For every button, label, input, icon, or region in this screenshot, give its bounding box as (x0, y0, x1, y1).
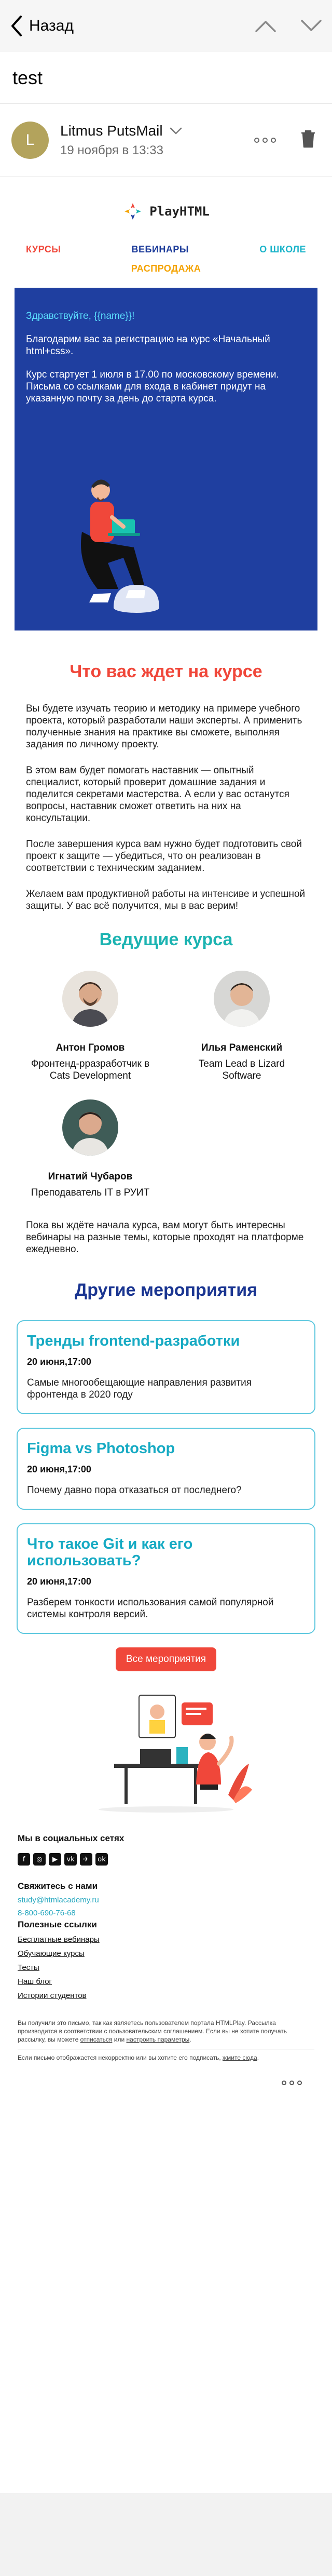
teacher-role: Team Lead в Lizard Software (198, 1058, 285, 1081)
event-date: 20 июня,17:00 (27, 1357, 91, 1367)
sender-name: Litmus PutsMail (60, 122, 163, 139)
event-title[interactable]: Что такое Git и как его использовать? (27, 1536, 305, 1569)
teacher-name: Антон Громов (56, 1042, 125, 1053)
chevron-left-icon (11, 16, 22, 36)
more-options-icon[interactable] (254, 137, 276, 143)
event-title[interactable]: Figma vs Photoshop (27, 1440, 305, 1457)
expect-text: Вы будете изучать теорию и методику на п… (15, 703, 317, 912)
student-with-laptop-illustration (81, 479, 159, 613)
expect-paragraph-4: Желаем вам продуктивной работы на интенс… (26, 889, 306, 911)
instagram-icon[interactable]: ◎ (33, 1853, 46, 1866)
back-button[interactable]: Назад (9, 15, 74, 37)
logo-text: PlayHTML (149, 204, 210, 219)
link-courses[interactable]: Обучающие курсы (18, 1949, 314, 1958)
trash-icon[interactable] (300, 129, 316, 151)
email-nav-menu: КУРСЫ ВЕБИНАРЫ О ШКОЛЕ (15, 244, 317, 255)
teacher-photo (62, 1099, 118, 1156)
hero-banner: Здравствуйте, {{name}}! Благодарим вас з… (15, 288, 317, 630)
event-description: Почему давно пора отказаться от последне… (27, 1485, 242, 1496)
event-description: Разберем тонкости использования самой по… (27, 1597, 274, 1620)
links-title: Полезные ссылки (18, 1920, 97, 1929)
teacher-photo (62, 971, 118, 1027)
menu-item-courses[interactable]: КУРСЫ (26, 244, 61, 255)
facebook-icon[interactable]: f (18, 1853, 30, 1866)
contact-title: Свяжитесь с нами (18, 1881, 98, 1891)
back-label: Назад (29, 17, 74, 34)
webinars-intro: Пока вы ждёте начала курса, вам могут бы… (15, 1219, 317, 1255)
unsubscribe-link[interactable]: отписаться (80, 2036, 113, 2043)
legal-text-2: Если письмо отображается некорректно или… (18, 2054, 221, 2061)
teacher-card: Антон Громов Фронтенд-рразработчик в Cat… (15, 971, 166, 1082)
event-card[interactable]: Figma vs Photoshop 20 июня,17:00 Почему … (17, 1428, 315, 1510)
chevron-down-icon[interactable] (300, 19, 323, 33)
contact-phone[interactable]: 8-800-690-76-68 (18, 1909, 314, 1917)
settings-link[interactable]: настроить параметры (127, 2036, 190, 2043)
chevron-up-icon[interactable] (254, 19, 277, 33)
brand-logo[interactable]: PlayHTML (15, 183, 317, 240)
useful-links: Бесплатные вебинары Обучающие курсы Тест… (18, 1935, 314, 2000)
teacher-name: Илья Раменский (201, 1042, 283, 1053)
event-date: 20 июня,17:00 (27, 1576, 91, 1587)
expect-paragraph-2: В этом вам будет помогать наставник — оп… (26, 765, 289, 824)
web-version-link[interactable]: жмите сюда (223, 2054, 257, 2061)
mail-toolbar: Назад (0, 0, 332, 52)
odnoklassniki-icon[interactable]: ok (95, 1853, 108, 1866)
message-subject: test (0, 52, 332, 104)
link-free-webinars[interactable]: Бесплатные вебинары (18, 1935, 314, 1944)
email-body: PlayHTML КУРСЫ ВЕБИНАРЫ О ШКОЛЕ РАСПРОДА… (15, 183, 317, 2085)
contact-email[interactable]: study@htmlacademy.ru (18, 1896, 314, 1904)
expect-paragraph-1: Вы будете изучать теорию и методику на п… (26, 703, 302, 750)
teacher-photo (214, 971, 270, 1027)
all-events-button[interactable]: Все мероприятия (115, 1647, 217, 1671)
event-title[interactable]: Тренды frontend-разработки (27, 1333, 305, 1349)
teacher-role: Преподаватель IT в РУИТ (31, 1187, 150, 1198)
teachers-grid: Антон Громов Фронтенд-рразработчик в Cat… (15, 971, 317, 1216)
online-lesson-illustration (15, 1691, 317, 1816)
chevron-down-icon (170, 127, 182, 134)
greeting: Здравствуйте, {{name}}! (26, 311, 135, 321)
social-title: Мы в социальных сетях (18, 1833, 125, 1843)
teacher-name: Игнатий Чубаров (48, 1171, 133, 1182)
link-tests[interactable]: Тесты (18, 1963, 314, 1972)
legal-or: или (114, 2036, 125, 2043)
social-links: f ◎ ▶ vk ✈ ok (18, 1853, 314, 1866)
teacher-card: Илья Раменский Team Lead в Lizard Softwa… (166, 971, 317, 1082)
avatar[interactable]: L (11, 121, 49, 159)
sender-name-row[interactable]: Litmus PutsMail (60, 123, 183, 139)
link-student-stories[interactable]: Истории студентов (18, 1991, 314, 2000)
playhtml-logo-icon (125, 203, 142, 220)
teacher-card: Игнатий Чубаров Преподаватель IT в РУИТ (15, 1099, 166, 1199)
menu-item-webinars[interactable]: ВЕБИНАРЫ (132, 244, 189, 255)
email-footer: Мы в социальных сетях f ◎ ▶ vk ✈ ok Свяж… (15, 1833, 317, 2062)
bottom-spacer (0, 2493, 332, 2576)
event-date: 20 июня,17:00 (27, 1464, 91, 1474)
telegram-icon[interactable]: ✈ (80, 1853, 92, 1866)
section-title-events: Другие мероприятия (75, 1280, 257, 1300)
more-options-icon[interactable] (15, 2081, 302, 2085)
event-card[interactable]: Что такое Git и как его использовать? 20… (17, 1523, 315, 1634)
hero-paragraph-1: Благодарим вас за регистрацию на курс «Н… (26, 334, 270, 357)
section-title-teachers: Ведущие курса (99, 930, 233, 949)
sender-header: L Litmus PutsMail 19 ноября в 13:33 (0, 104, 332, 177)
webinars-intro-text: Пока вы ждёте начала курса, вам могут бы… (26, 1220, 304, 1255)
legal-text: Вы получили это письмо, так как являетес… (18, 2019, 314, 2062)
teacher-role: Фронтенд-рразработчик в Cats Development (31, 1058, 150, 1081)
vk-icon[interactable]: vk (64, 1853, 77, 1866)
menu-item-about[interactable]: О ШКОЛЕ (259, 244, 306, 255)
expect-paragraph-3: После завершения курса вам нужно будет п… (26, 839, 302, 874)
youtube-icon[interactable]: ▶ (49, 1853, 61, 1866)
hero-paragraph-2: Курс стартует 1 июля в 17.00 по московск… (26, 369, 279, 404)
message-date: 19 ноября в 13:33 (60, 143, 163, 157)
event-card[interactable]: Тренды frontend-разработки 20 июня,17:00… (17, 1320, 315, 1414)
menu-item-sale[interactable]: РАСПРОДАЖА (131, 263, 201, 274)
section-title-expect: Что вас ждет на курсе (70, 662, 262, 681)
link-blog[interactable]: Наш блог (18, 1977, 314, 1986)
event-description: Самые многообещающие направления развити… (27, 1377, 252, 1400)
